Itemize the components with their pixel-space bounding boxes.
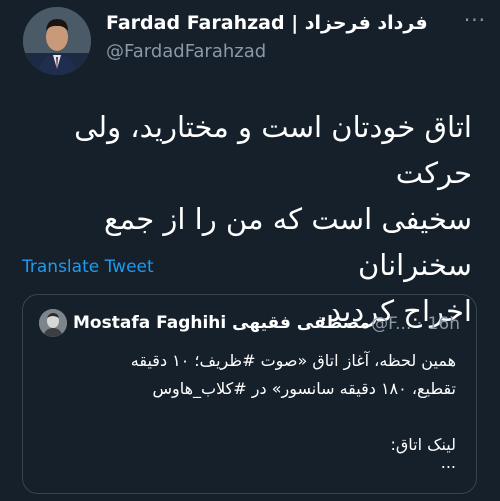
quoted-timestamp: 16h [427,314,460,334]
author-username[interactable]: @FardadFarahzad [106,41,266,62]
quoted-handle: @F... [371,314,412,334]
author-avatar[interactable] [23,7,91,75]
more-options-button[interactable]: ··· [464,8,486,32]
translate-tweet-link[interactable]: Translate Tweet [22,257,154,277]
author-display-name[interactable]: Fardad Farahzad | فرداد فرحزاد [106,12,428,34]
quoted-ellipsis: ... [440,453,456,472]
quoted-meta: @F... · 16h [371,314,460,334]
quoted-author-avatar[interactable] [39,309,67,337]
quoted-text: همین لحظه، آغاز اتاق «صوت #ظریف؛ ۱۰ دقیق… [130,351,456,454]
person-avatar-icon [39,309,67,337]
quoted-author-name: Mostafa Faghihi مصطفی فقیهی [73,313,371,333]
quoted-tweet[interactable]: Mostafa Faghihi مصطفی فقیهی @F... · 16h … [22,294,477,494]
tweet: Fardad Farahzad | فرداد فرحزاد @FardadFa… [0,0,500,501]
meta-separator: · [416,314,423,334]
person-avatar-icon [23,7,91,75]
